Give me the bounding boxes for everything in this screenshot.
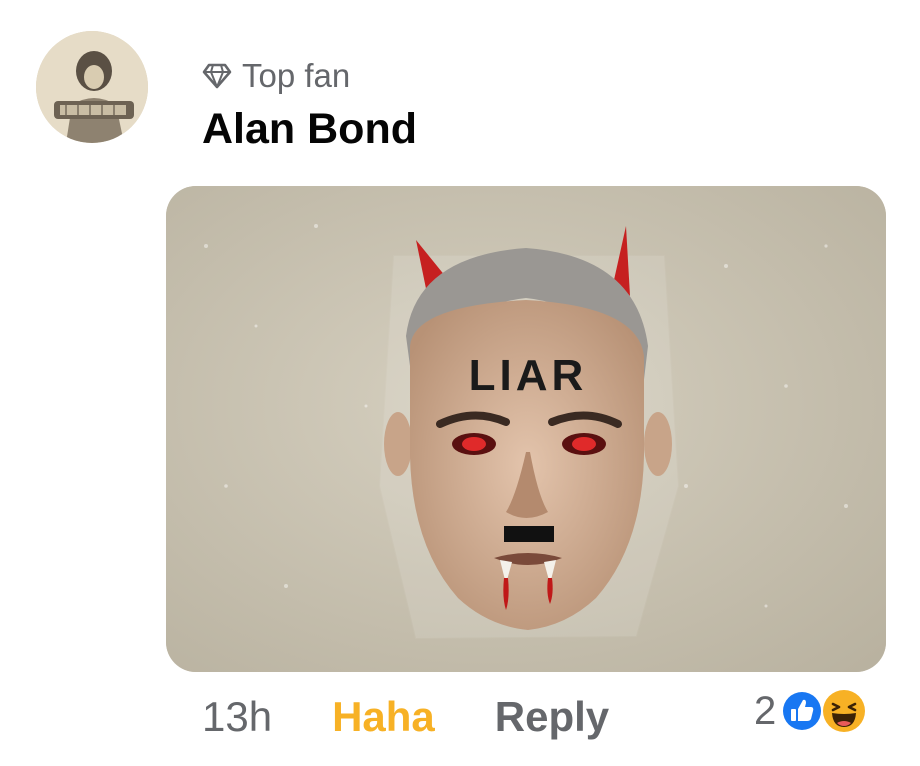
reaction-summary[interactable]: 2 bbox=[754, 686, 872, 736]
forehead-text: LIAR bbox=[469, 351, 588, 400]
comment: Top fan Alan Bond LIAR 13h Haha Reply 2 bbox=[0, 0, 920, 766]
top-fan-badge: Top fan bbox=[202, 56, 350, 96]
avatar-sketch bbox=[36, 31, 148, 143]
reaction-icons bbox=[780, 687, 872, 735]
haha-reaction-button[interactable]: Haha bbox=[332, 690, 435, 744]
badge-label: Top fan bbox=[242, 57, 351, 94]
timestamp[interactable]: 13h bbox=[202, 690, 272, 744]
comment-actions: 13h Haha Reply bbox=[202, 690, 609, 744]
reaction-count: 2 bbox=[754, 689, 777, 733]
reply-button[interactable]: Reply bbox=[495, 690, 609, 744]
haha-icon bbox=[820, 687, 868, 740]
diamond-icon bbox=[202, 63, 232, 89]
comment-photo[interactable]: LIAR bbox=[166, 186, 886, 672]
avatar[interactable] bbox=[36, 31, 148, 143]
moustache bbox=[504, 526, 554, 542]
like-icon bbox=[780, 689, 824, 738]
author-name[interactable]: Alan Bond bbox=[202, 104, 417, 154]
